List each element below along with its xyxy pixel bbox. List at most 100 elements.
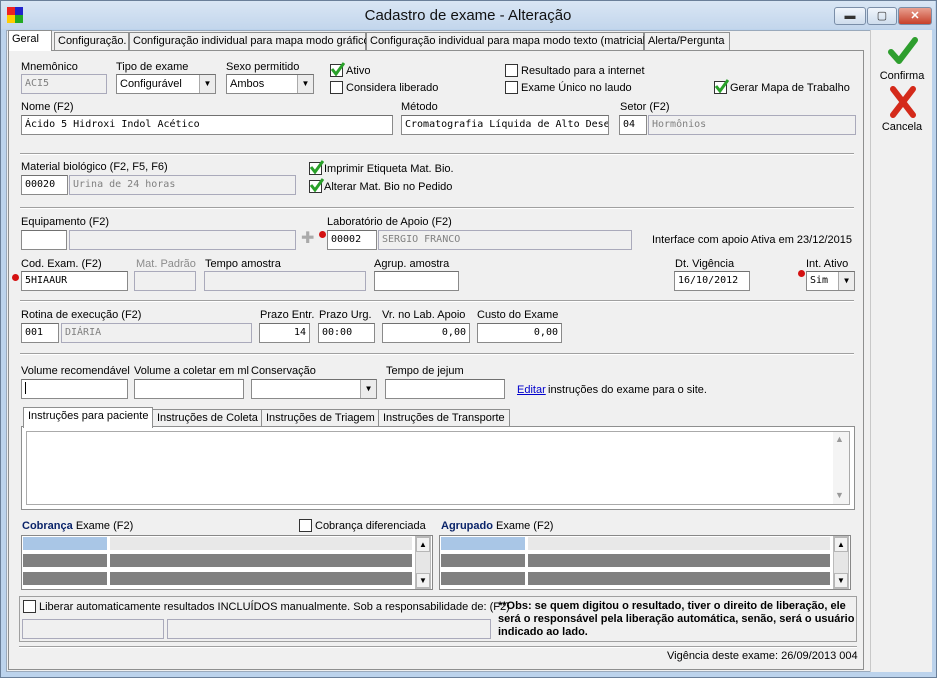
custo-field[interactable]: 0,00 xyxy=(477,323,562,343)
laboratorio-code-field[interactable]: 00002 xyxy=(327,230,377,250)
scrollbar[interactable]: ▲ ▼ xyxy=(415,536,431,589)
gerar-mapa-checkbox[interactable] xyxy=(714,79,729,94)
scroll-up-icon[interactable]: ▲ xyxy=(834,537,848,552)
tipo-exame-value: Configurável xyxy=(120,78,182,90)
tab-instr-triagem[interactable]: Instruções de Triagem xyxy=(261,409,380,427)
rotina-name-field: DIÁRIA xyxy=(61,323,252,343)
custo-label: Custo do Exame xyxy=(477,309,559,321)
vr-lab-field[interactable]: 0,00 xyxy=(382,323,470,343)
int-ativo-label: Int. Ativo xyxy=(806,258,849,270)
scrollbar[interactable]: ▲ ▼ xyxy=(833,432,849,504)
grid-cell[interactable] xyxy=(440,553,526,568)
mat-padrao-field xyxy=(134,271,196,291)
metodo-field[interactable]: Cromatografia Líquida de Alto Desempe xyxy=(401,115,609,135)
imprimir-etiqueta-checkbox[interactable] xyxy=(309,160,324,175)
chevron-down-icon[interactable]: ▼ xyxy=(199,75,215,93)
scroll-down-icon[interactable]: ▼ xyxy=(834,573,848,588)
minimize-button[interactable]: ▬ xyxy=(834,7,866,25)
agrupado-rest: Exame (F2) xyxy=(496,520,554,532)
checkmark-icon xyxy=(888,37,918,64)
scrollbar[interactable]: ▲ ▼ xyxy=(833,536,849,589)
required-dot xyxy=(319,231,326,238)
cobranca-grid[interactable]: ▲ ▼ xyxy=(21,535,433,590)
grid-cell[interactable] xyxy=(22,553,108,568)
editar-suffix-text: instruções do exame para o site. xyxy=(548,384,707,396)
cod-exam-field[interactable]: 5HIAAUR xyxy=(21,271,128,291)
alterar-mat-checkbox[interactable] xyxy=(309,178,324,193)
maximize-button[interactable]: ▢ xyxy=(867,7,897,25)
nome-field[interactable]: Ácido 5 Hidroxi Indol Acético xyxy=(21,115,393,135)
tab-instr-paciente[interactable]: Instruções para paciente xyxy=(23,407,154,428)
tab-alerta-pergunta[interactable]: Alerta/Pergunta xyxy=(644,32,730,50)
status-text: Vigência deste exame: 26/09/2013 004 xyxy=(667,650,858,662)
dt-vigencia-field[interactable]: 16/10/2012 xyxy=(674,271,750,291)
agrupado-grid[interactable]: ▲ ▼ xyxy=(439,535,851,590)
chevron-down-icon[interactable]: ▼ xyxy=(360,380,376,398)
scroll-down-icon[interactable]: ▼ xyxy=(416,573,430,588)
rotina-label: Rotina de execução (F2) xyxy=(21,309,142,321)
scroll-up-icon[interactable]: ▲ xyxy=(416,537,430,552)
tab-configuracao[interactable]: Configuração. xyxy=(54,32,129,50)
divider xyxy=(20,300,854,302)
close-button[interactable]: ✕ xyxy=(898,7,932,25)
grid-cell[interactable] xyxy=(440,571,526,586)
rotina-code-field[interactable]: 001 xyxy=(21,323,59,343)
sexo-label: Sexo permitido xyxy=(226,61,300,73)
scroll-down-icon[interactable]: ▼ xyxy=(835,490,844,500)
grid-cell[interactable] xyxy=(22,571,108,586)
grid-cell[interactable] xyxy=(109,553,413,568)
obs-text: **Obs: se quem digitou o resultado, tive… xyxy=(498,600,855,638)
editar-link[interactable]: Editar xyxy=(517,384,546,396)
instructions-panel: ▲ ▼ xyxy=(21,426,855,510)
instructions-textarea[interactable]: ▲ ▼ xyxy=(26,431,850,505)
material-code-field[interactable]: 00020 xyxy=(21,175,68,195)
ativo-checkbox[interactable] xyxy=(330,62,345,77)
required-dot xyxy=(12,274,19,281)
divider xyxy=(20,207,854,209)
chevron-down-icon[interactable]: ▼ xyxy=(838,272,854,290)
conservacao-select[interactable]: ▼ xyxy=(251,379,377,399)
cancel-button[interactable]: Cancela xyxy=(873,84,931,136)
grid-cell[interactable] xyxy=(22,536,108,551)
chevron-down-icon[interactable]: ▼ xyxy=(297,75,313,93)
mnemonico-field[interactable]: ACI5 xyxy=(21,74,107,94)
grid-cell[interactable] xyxy=(109,536,413,551)
confirm-button[interactable]: Confirma xyxy=(873,34,931,86)
cross-icon xyxy=(890,86,916,118)
grid-cell[interactable] xyxy=(109,571,413,586)
prazo-entr-field[interactable]: 14 xyxy=(259,323,310,343)
grid-cell[interactable] xyxy=(440,536,526,551)
cobranca-diferenciada-checkbox[interactable] xyxy=(299,519,312,532)
tipo-exame-select[interactable]: Configurável ▼ xyxy=(116,74,216,94)
tab-instr-transporte[interactable]: Instruções de Transporte xyxy=(378,409,510,427)
material-name-field: Urina de 24 horas xyxy=(69,175,296,195)
exame-unico-checkbox[interactable] xyxy=(505,81,518,94)
grid-cell[interactable] xyxy=(527,571,831,586)
liberar-code-field[interactable] xyxy=(22,619,164,639)
title-bar: Cadastro de exame - Alteração ▬ ▢ ✕ xyxy=(1,1,935,29)
liberar-checkbox[interactable] xyxy=(23,600,36,613)
liberar-name-field xyxy=(167,619,491,639)
tempo-jejum-field[interactable] xyxy=(385,379,505,399)
volume-coletar-field[interactable] xyxy=(134,379,244,399)
tab-mapa-grafico[interactable]: Configuração individual para mapa modo g… xyxy=(129,32,370,50)
plus-icon[interactable]: ✚ xyxy=(301,231,314,247)
divider xyxy=(20,153,854,155)
tempo-amostra-field[interactable] xyxy=(204,271,366,291)
agrup-amostra-field[interactable] xyxy=(374,271,459,291)
int-ativo-select[interactable]: Sim ▼ xyxy=(806,271,855,291)
prazo-urg-field[interactable]: 00:00 xyxy=(318,323,375,343)
equipamento-code-field[interactable] xyxy=(21,230,67,250)
scroll-up-icon[interactable]: ▲ xyxy=(835,434,844,444)
considera-liberado-label: Considera liberado xyxy=(346,82,439,94)
grid-cell[interactable] xyxy=(527,536,831,551)
tab-instr-coleta[interactable]: Instruções de Coleta xyxy=(152,409,263,427)
sexo-select[interactable]: Ambos ▼ xyxy=(226,74,314,94)
tab-geral[interactable]: Geral xyxy=(8,30,52,51)
tab-mapa-texto[interactable]: Configuração individual para mapa modo t… xyxy=(366,32,649,50)
considera-liberado-checkbox[interactable] xyxy=(330,81,343,94)
setor-code-field[interactable]: 04 xyxy=(619,115,647,135)
volume-rec-field[interactable] xyxy=(21,379,128,399)
resultado-internet-checkbox[interactable] xyxy=(505,64,518,77)
grid-cell[interactable] xyxy=(527,553,831,568)
